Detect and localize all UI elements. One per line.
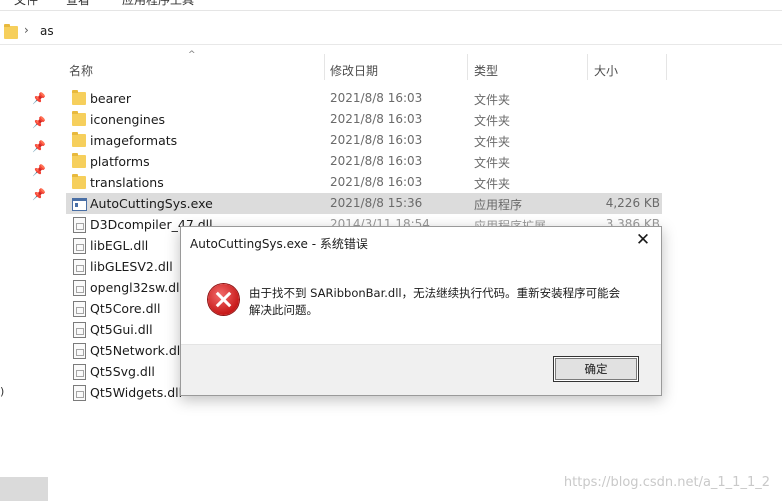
sort-ascending-icon: ^ <box>188 50 196 60</box>
folder-row[interactable]: bearer 2021/8/8 16:03 文件夹 <box>66 88 662 109</box>
column-header-date[interactable]: 修改日期 <box>330 62 378 79</box>
pin-icon[interactable]: 📌 <box>32 188 46 202</box>
file-type: 文件夹 <box>474 93 511 107</box>
file-name: libGLESV2.dll <box>90 259 173 274</box>
folder-icon <box>72 111 86 127</box>
application-icon <box>72 196 87 211</box>
column-divider[interactable] <box>587 54 588 80</box>
chevron-right-icon[interactable]: › <box>24 23 29 37</box>
file-name: bearer <box>90 91 131 106</box>
error-dialog: AutoCuttingSys.exe - 系统错误 ✕ 由于找不到 SARibb… <box>180 226 662 396</box>
folder-icon <box>72 132 86 148</box>
ribbon-tab-app-tools[interactable]: 应用程序工具 <box>122 0 194 8</box>
dll-file-icon <box>72 217 86 233</box>
file-name: opengl32sw.dll <box>90 280 183 295</box>
pin-icon[interactable]: 📌 <box>32 116 46 130</box>
dll-file-icon <box>72 280 86 296</box>
file-type: 文件夹 <box>474 156 511 170</box>
dll-file-icon <box>72 364 86 380</box>
pin-icon[interactable]: 📌 <box>32 140 46 154</box>
column-header-name[interactable]: 名称 <box>69 62 93 79</box>
file-name: Qt5Core.dll <box>90 301 161 316</box>
nav-item-fragment[interactable]: ) <box>0 385 4 398</box>
folder-icon <box>4 24 18 39</box>
column-header-size[interactable]: 大小 <box>594 62 618 79</box>
file-name: libEGL.dll <box>90 238 149 253</box>
error-icon <box>208 284 239 315</box>
file-name: translations <box>90 175 164 190</box>
dialog-footer: 确定 <box>181 344 661 395</box>
dialog-title: AutoCuttingSys.exe - 系统错误 <box>190 237 368 251</box>
file-date: 2021/8/8 16:03 <box>330 112 423 126</box>
address-path[interactable]: as <box>40 24 54 38</box>
file-name: imageformats <box>90 133 178 148</box>
navigation-pane: 📌 📌 📌 📌 📌 ) <box>0 45 52 502</box>
close-icon[interactable]: ✕ <box>633 230 653 250</box>
pin-icon[interactable]: 📌 <box>32 164 46 178</box>
file-row[interactable]: AutoCuttingSys.exe 2021/8/8 15:36 应用程序 4,22… <box>66 193 662 214</box>
folder-row[interactable]: iconengines 2021/8/8 16:03 文件夹 <box>66 109 662 130</box>
file-date: 2021/8/8 16:03 <box>330 154 423 168</box>
column-divider[interactable] <box>324 54 325 80</box>
file-name: AutoCuttingSys.exe <box>90 196 213 211</box>
file-date: 2021/8/8 16:03 <box>330 133 423 147</box>
file-name: Qt5Gui.dll <box>90 322 153 337</box>
ok-button[interactable]: 确定 <box>553 356 639 382</box>
watermark: https://blog.csdn.net/a_1_1_1_2 <box>563 475 770 490</box>
file-type: 文件夹 <box>474 135 511 149</box>
dialog-message: 由于找不到 SARibbonBar.dll，无法继续执行代码。重新安装程序可能会… <box>249 286 621 317</box>
folder-icon <box>72 90 86 106</box>
dll-file-icon <box>72 385 86 401</box>
dll-file-icon <box>72 259 86 275</box>
file-name: iconengines <box>90 112 166 127</box>
dll-file-icon <box>72 343 86 359</box>
dll-file-icon <box>72 301 86 317</box>
column-divider[interactable] <box>666 54 667 80</box>
folder-icon <box>72 174 86 190</box>
folder-row[interactable]: translations 2021/8/8 16:03 文件夹 <box>66 172 662 193</box>
ribbon-bar: 文件 查看 应用程序工具 <box>0 0 782 11</box>
address-bar[interactable]: › as <box>0 18 782 45</box>
ribbon-tab-view[interactable]: 查看 <box>66 0 90 8</box>
ribbon-tab-file[interactable]: 文件 <box>14 0 38 8</box>
file-type: 文件夹 <box>474 177 511 191</box>
folder-row[interactable]: platforms 2021/8/8 16:03 文件夹 <box>66 151 662 172</box>
folder-row[interactable]: imageformats 2021/8/8 16:03 文件夹 <box>66 130 662 151</box>
nav-item-selected[interactable] <box>0 477 48 501</box>
folder-icon <box>72 153 86 169</box>
column-divider[interactable] <box>467 54 468 80</box>
file-type: 应用程序 <box>474 198 523 212</box>
file-date: 2021/8/8 15:36 <box>330 196 423 210</box>
file-date: 2021/8/8 16:03 <box>330 91 423 105</box>
file-name: platforms <box>90 154 150 169</box>
dll-file-icon <box>72 322 86 338</box>
file-date: 2021/8/8 16:03 <box>330 175 423 189</box>
file-size: 4,226 KB <box>605 196 660 210</box>
dll-file-icon <box>72 238 86 254</box>
pin-icon[interactable]: 📌 <box>32 92 46 106</box>
file-name: Qt5Network.dll <box>90 343 184 358</box>
file-name: Qt5Widgets.dll <box>90 385 183 400</box>
file-name: Qt5Svg.dll <box>90 364 155 379</box>
column-header-type[interactable]: 类型 <box>474 62 498 79</box>
file-type: 文件夹 <box>474 114 511 128</box>
